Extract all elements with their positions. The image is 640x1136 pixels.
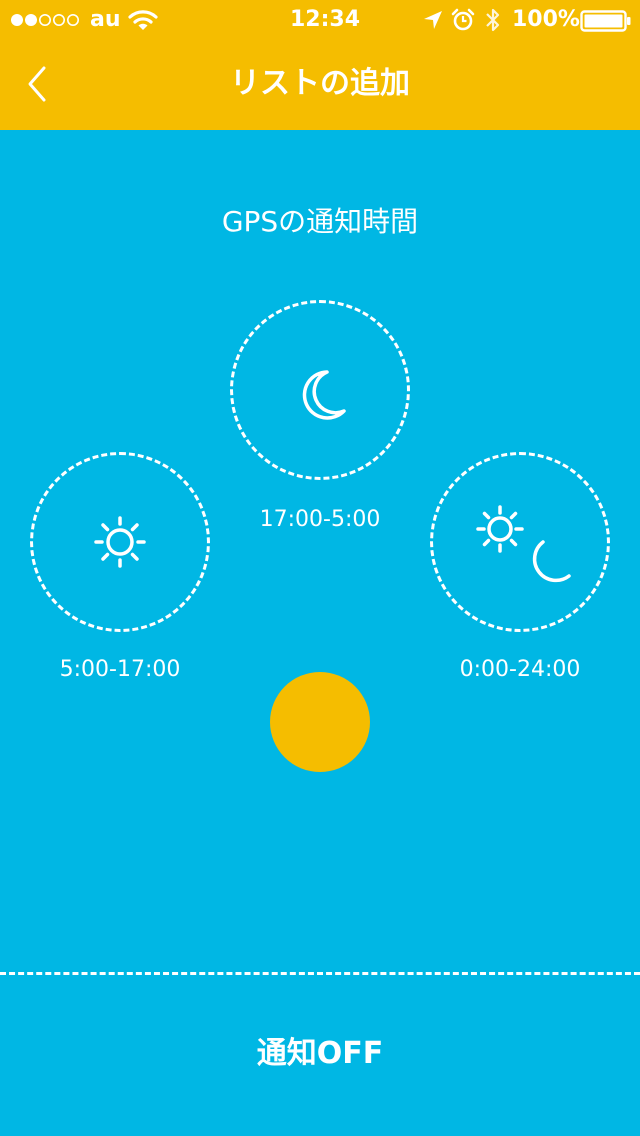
notification-off-label: 通知OFF [256,1036,384,1071]
time-option-night[interactable] [230,300,410,480]
battery-icon [580,10,631,32]
notification-off-button[interactable]: 通知OFF [0,976,640,1136]
navigation-bar: リストの追加 [0,40,640,130]
time-option-allday-label: 0:00-24:00 [459,657,581,682]
back-button[interactable] [18,58,62,110]
carrier-label: au [90,7,121,32]
moon-icon [302,370,346,420]
time-option-night-label: 17:00-5:00 [259,507,381,532]
time-option-day-label: 5:00-17:00 [59,657,181,682]
dashed-divider [0,972,640,975]
signal-strength-icon [11,14,79,26]
sun-moon-icon [476,505,571,583]
selector-handle[interactable] [270,672,370,772]
chevron-left-icon [28,66,46,102]
page-title: リストの追加 [230,66,410,101]
time-option-allday[interactable] [430,452,610,632]
section-heading: GPSの通知時間 [221,205,419,238]
status-bar: au 12:34 100% [0,0,640,40]
clock-time: 12:34 [290,7,361,32]
location-arrow-icon [424,11,442,29]
time-option-day[interactable] [30,452,210,632]
alarm-clock-icon [451,8,475,31]
bluetooth-icon [486,8,500,32]
wifi-icon [128,10,158,30]
sun-icon [94,516,146,568]
battery-percent: 100% [512,7,580,32]
